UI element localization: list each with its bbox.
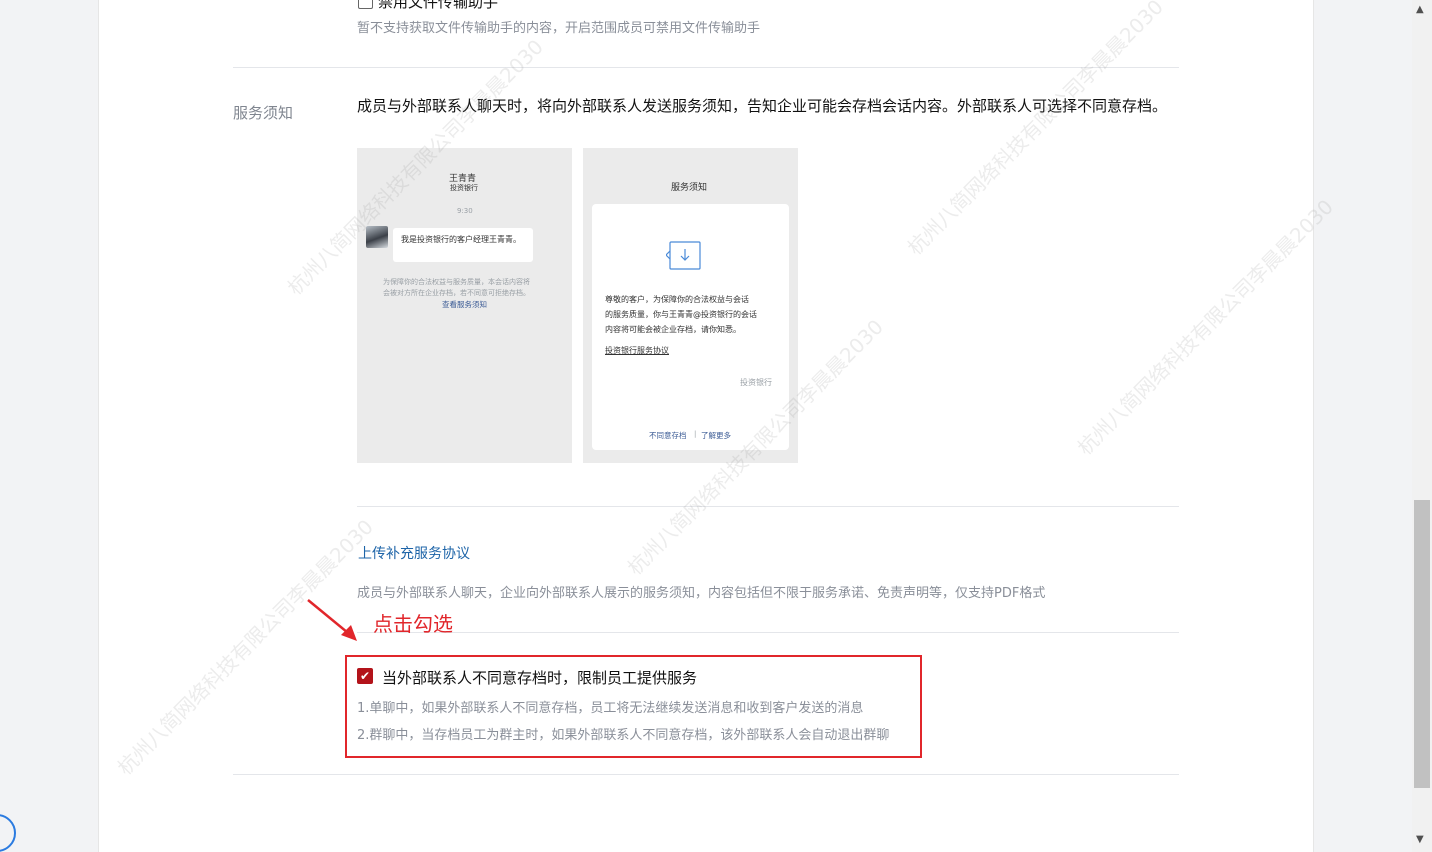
chat-preview: 王青青 投资银行 9:30 我是投资银行的客户经理王青青。 为保障你的合法权益与… — [357, 148, 572, 463]
avatar — [366, 226, 388, 248]
notice-card: 尊敬的客户，为保障你的合法权益与会话 的服务质量，你与王青青@投资银行的会话 内… — [592, 204, 789, 450]
disable-file-transfer-checkbox[interactable] — [358, 0, 373, 9]
divider — [357, 632, 1179, 633]
divider — [233, 67, 1179, 68]
notice-body-line3: 内容将可能会被企业存档，请你知悉。 — [605, 325, 741, 334]
archive-notice-line1: 为保障你的合法权益与服务质量，本会话内容将 — [383, 278, 530, 286]
restrict-service-checkbox[interactable]: ✔ — [357, 668, 373, 684]
upload-agreement-link[interactable]: 上传补充服务协议 — [358, 543, 470, 563]
restrict-service-label: 当外部联系人不同意存档时，限制员工提供服务 — [382, 669, 698, 687]
archive-notice-line2: 会被对方所在企业存档，若不同意可拒绝存档。 — [383, 289, 530, 297]
annotation-arrow-icon — [307, 599, 357, 641]
scroll-thumb[interactable] — [1414, 500, 1430, 788]
notice-preview: 服务须知 尊敬的客户，为保障你的合法权益与会话 的服务质量，你与王青青@投资银行… — [583, 148, 798, 463]
section-label-service-notice: 服务须知 — [233, 104, 294, 122]
learn-more-button[interactable]: 了解更多 — [701, 430, 731, 441]
file-transfer-note: 暂不支持获取文件传输助手的内容，开启范围成员可禁用文件传输助手 — [357, 21, 761, 36]
divider — [233, 774, 1179, 775]
disagree-button[interactable]: 不同意存档 — [649, 430, 687, 441]
notice-body-line1: 尊敬的客户，为保障你的合法权益与会话 — [605, 295, 749, 304]
button-separator: | — [694, 430, 697, 438]
download-document-icon — [666, 241, 701, 270]
notice-title: 服务须知 — [671, 183, 708, 193]
notice-body-line2: 的服务质量，你与王青青@投资银行的会话 — [605, 310, 757, 319]
disable-file-transfer-label: 禁用文件传输助手 — [378, 0, 499, 11]
upload-description: 成员与外部联系人聊天，企业向外部联系人展示的服务须知，内容包括但不限于服务承诺、… — [357, 586, 1046, 601]
scroll-down-icon[interactable]: ▼ — [1416, 834, 1424, 845]
agreement-link[interactable]: 投资银行服务协议 — [605, 345, 669, 356]
message-text: 我是投资银行的客户经理王青青。 — [401, 235, 521, 244]
scrollbar[interactable]: ▲ ▼ — [1412, 0, 1432, 852]
scroll-up-icon[interactable]: ▲ — [1416, 4, 1424, 15]
contact-company: 投资银行 — [450, 184, 478, 192]
restrict-rule-2: 2.群聊中，当存档员工为群主时，如果外部联系人不同意存档，该外部联系人会自动退出… — [357, 728, 890, 743]
service-notice-description: 成员与外部联系人聊天时，将向外部联系人发送服务须知，告知企业可能会存档会话内容。… — [357, 97, 1168, 115]
message-bubble: 我是投资银行的客户经理王青青。 — [393, 228, 533, 262]
divider — [357, 506, 1179, 507]
help-button[interactable] — [0, 814, 16, 852]
message-time: 9:30 — [457, 207, 473, 215]
restrict-rule-1: 1.单聊中，如果外部联系人不同意存档，员工将无法继续发送消息和收到客户发送的消息 — [357, 701, 864, 716]
annotation-text: 点击勾选 — [373, 612, 453, 636]
notice-signature: 投资银行 — [740, 378, 772, 387]
view-notice-link[interactable]: 查看服务须知 — [442, 299, 487, 310]
